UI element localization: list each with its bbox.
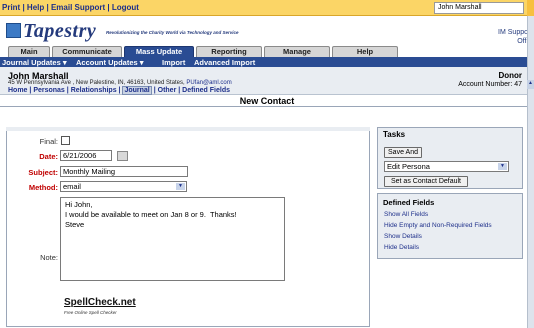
top-bar: Print | Help | Email Support | Logout Jo… xyxy=(0,0,534,16)
main-tabs: Main Communicate Mass Update Reporting M… xyxy=(0,46,534,57)
tab-main[interactable]: Main xyxy=(8,46,50,57)
contact-link-defined-fields[interactable]: Defined Fields xyxy=(182,87,230,94)
tab-mass-update[interactable]: Mass Update xyxy=(124,46,194,57)
date-input[interactable]: 6/21/2006 xyxy=(60,150,112,161)
subnav-advanced-import[interactable]: Advanced Import xyxy=(194,58,255,67)
final-checkbox[interactable] xyxy=(61,136,70,145)
note-line-5: Steve xyxy=(65,220,85,229)
show-all-fields-link[interactable]: Show All Fields xyxy=(384,211,428,218)
tapestry-logo-icon xyxy=(6,23,21,38)
chevron-down-icon: ▼ xyxy=(498,163,507,170)
hide-empty-fields-link[interactable]: Hide Empty and Non-Required Fields xyxy=(384,222,492,229)
contact-address: 45 W Pennsylvania Ave , New Palestine, I… xyxy=(8,80,232,86)
user-field[interactable]: John Marshall xyxy=(434,2,524,14)
logout-link[interactable]: Logout xyxy=(112,3,139,12)
tab-reporting[interactable]: Reporting xyxy=(196,46,262,57)
subject-label: Subject: xyxy=(28,168,58,177)
form-panel-header xyxy=(6,127,370,131)
spellcheck-link[interactable]: SpellCheck.net xyxy=(64,297,136,308)
chevron-down-icon: ▼ xyxy=(176,183,185,190)
tab-help[interactable]: Help xyxy=(332,46,398,57)
support-line-1: IM Suppo xyxy=(498,29,528,36)
header: Tapestry Revolutionizing the Charity Wor… xyxy=(0,16,534,46)
method-select[interactable]: email ▼ xyxy=(60,181,187,192)
account-number: Account Number: 47 xyxy=(458,81,522,88)
app-tagline: Revolutionizing the Charity World via Te… xyxy=(106,30,239,35)
support-info: IM Suppo Offi xyxy=(498,28,528,46)
subnav-import[interactable]: Import xyxy=(162,58,185,67)
scroll-up-icon[interactable]: ▲ xyxy=(527,80,534,89)
note-line-3: I would be available to meet on Jan 8 or… xyxy=(65,210,237,219)
note-label: Note: xyxy=(40,253,58,262)
scrollbar[interactable] xyxy=(527,16,534,328)
contact-address-text: 45 W Pennsylvania Ave , New Palestine, I… xyxy=(8,80,185,86)
top-links: Print | Help | Email Support | Logout xyxy=(2,3,139,12)
contact-links: Home | Personas | Relationships | Journa… xyxy=(8,86,230,95)
spellcheck-subtitle: Free Online Spell Checker xyxy=(64,310,117,315)
tasks-title: Tasks xyxy=(383,130,406,139)
final-label: Final: xyxy=(39,137,58,146)
contact-link-relationships[interactable]: Relationships xyxy=(71,87,117,94)
note-line-1: Hi John, xyxy=(65,200,93,209)
subnav-account-updates[interactable]: Account Updates ▾ xyxy=(76,58,144,67)
task-action-value: Edit Persona xyxy=(387,162,430,171)
contact-type: Donor xyxy=(498,71,522,80)
task-action-select[interactable]: Edit Persona ▼ xyxy=(384,161,509,172)
hide-details-link[interactable]: Hide Details xyxy=(384,244,419,251)
defined-fields-title: Defined Fields xyxy=(383,198,435,207)
tab-communicate[interactable]: Communicate xyxy=(52,46,122,57)
page-title: New Contact xyxy=(0,95,534,107)
tab-manage[interactable]: Manage xyxy=(264,46,330,57)
method-select-value: email xyxy=(63,182,81,191)
help-link[interactable]: Help xyxy=(27,3,44,12)
print-link[interactable]: Print xyxy=(2,3,20,12)
set-default-button[interactable]: Set as Contact Default xyxy=(384,176,468,187)
subnav-journal-updates[interactable]: Journal Updates ▾ xyxy=(2,58,67,67)
topbar-edge xyxy=(527,0,534,16)
app-logo: Tapestry xyxy=(23,20,97,42)
contact-header: John Marshall 45 W Pennsylvania Ave , Ne… xyxy=(0,67,534,95)
show-details-link[interactable]: Show Details xyxy=(384,233,422,240)
subject-input[interactable]: Monthly Mailing xyxy=(60,166,188,177)
sub-navigation: Journal Updates ▾ Account Updates ▾ Impo… xyxy=(0,57,534,67)
contact-link-personas[interactable]: Personas xyxy=(33,87,65,94)
method-label: Method: xyxy=(28,183,58,192)
contact-link-journal[interactable]: Journal xyxy=(122,86,152,95)
contact-link-other[interactable]: Other xyxy=(158,87,177,94)
calendar-icon[interactable] xyxy=(117,151,128,161)
note-textarea[interactable]: Hi John, I would be available to meet on… xyxy=(60,197,285,281)
email-support-link[interactable]: Email Support xyxy=(51,3,105,12)
date-label: Date: xyxy=(39,152,58,161)
contact-link-home[interactable]: Home xyxy=(8,87,27,94)
save-and-button[interactable]: Save And xyxy=(384,147,422,158)
contact-email-link[interactable]: PUfan@aml.com xyxy=(186,80,231,86)
support-line-2: Offi xyxy=(517,38,528,45)
